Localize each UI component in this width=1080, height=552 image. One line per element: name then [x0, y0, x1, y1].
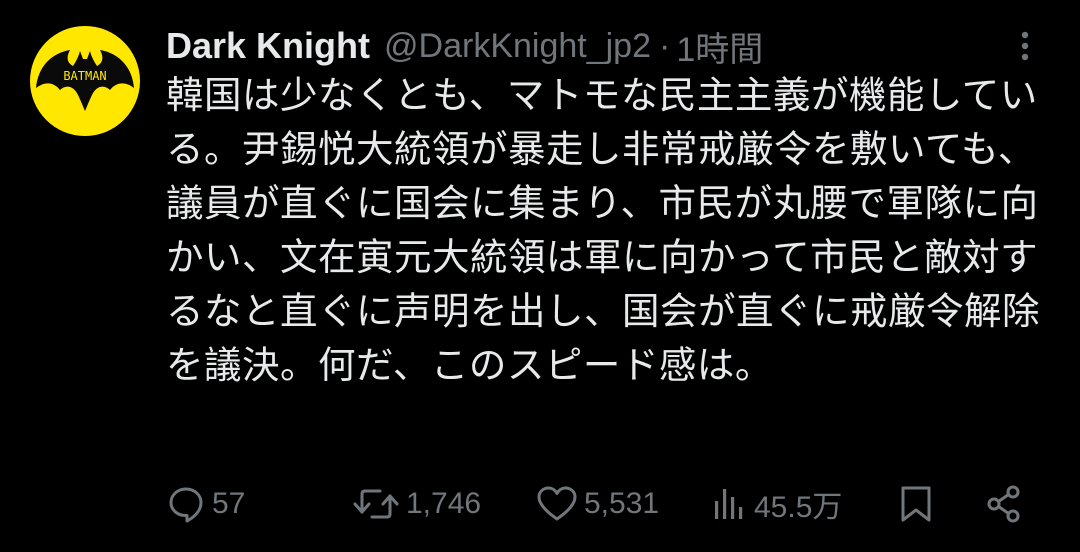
header-separator: ·	[659, 26, 671, 65]
tweet-text: 韓国は少なくとも、マトモな民主主義が機能している。尹錫悦大統領が暴走し非常戒厳令…	[166, 73, 1040, 387]
reply-button[interactable]: 57	[166, 482, 245, 526]
reply-count: 57	[212, 487, 246, 520]
like-button[interactable]: 5,531	[536, 482, 659, 526]
avatar-lettering: BATMAN	[63, 69, 106, 83]
action-bar: 57 1,746 5,531 45.5万	[166, 482, 1040, 526]
batman-logo-icon: BATMAN	[36, 50, 134, 111]
post-timestamp[interactable]: 1時間	[676, 22, 763, 71]
repost-button[interactable]: 1,746	[352, 482, 481, 526]
like-count: 5,531	[584, 487, 660, 520]
share-icon	[987, 485, 1020, 523]
repost-icon	[353, 489, 399, 519]
views-icon	[715, 489, 743, 519]
more-options-button[interactable]	[1010, 28, 1040, 64]
reply-icon	[169, 487, 203, 523]
bookmark-button[interactable]	[896, 482, 936, 526]
avatar[interactable]: BATMAN	[30, 26, 140, 136]
repost-count: 1,746	[406, 487, 482, 520]
share-button[interactable]	[984, 482, 1024, 526]
author-display-name[interactable]: Dark Knight	[166, 25, 370, 67]
bookmark-icon	[901, 486, 931, 522]
view-count: 45.5万	[754, 491, 843, 524]
views-button[interactable]: 45.5万	[712, 482, 842, 526]
heart-icon	[537, 486, 577, 521]
more-vertical-icon	[1021, 31, 1029, 61]
author-handle[interactable]: @DarkKnight_jp2	[384, 27, 651, 66]
tweet-header: Dark Knight @DarkKnight_jp2 · 1時間	[166, 18, 763, 74]
